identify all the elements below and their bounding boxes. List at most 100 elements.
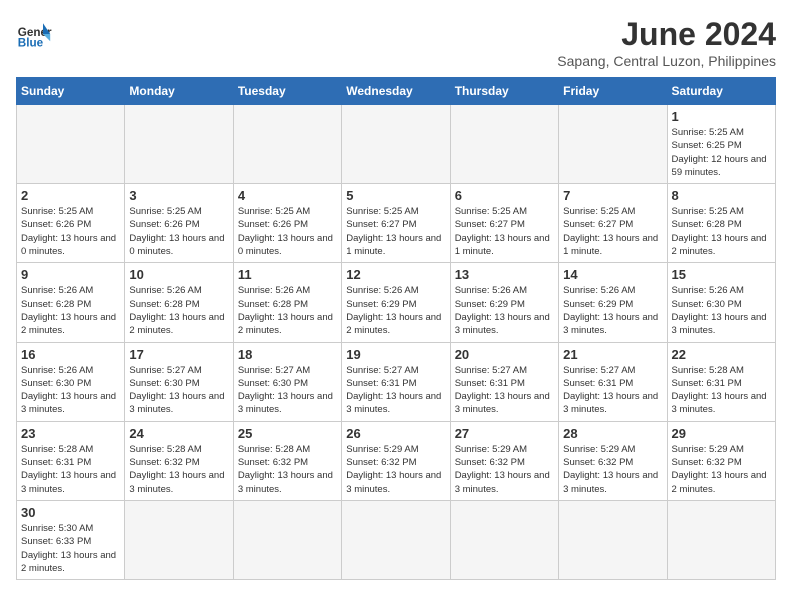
day-number: 18 [238,347,337,362]
calendar-week-row: 30 Sunrise: 5:30 AM Sunset: 6:33 PM Dayli… [17,500,776,579]
day-info: Sunrise: 5:25 AM Sunset: 6:27 PM Dayligh… [455,205,554,258]
day-info: Sunrise: 5:28 AM Sunset: 6:32 PM Dayligh… [238,443,337,496]
day-number: 4 [238,188,337,203]
day-info: Sunrise: 5:27 AM Sunset: 6:31 PM Dayligh… [563,364,662,417]
day-number: 28 [563,426,662,441]
logo-icon: General Blue [16,16,52,52]
day-number: 2 [21,188,120,203]
day-info: Sunrise: 5:25 AM Sunset: 6:27 PM Dayligh… [563,205,662,258]
day-number: 14 [563,267,662,282]
calendar-day-cell: 24Sunrise: 5:28 AM Sunset: 6:32 PM Dayli… [125,421,233,500]
calendar-day-cell: 13 Sunrise: 5:26 AM Sunset: 6:29 PM Dayli… [450,263,558,342]
calendar-day-cell: 10Sunrise: 5:26 AM Sunset: 6:28 PM Dayli… [125,263,233,342]
weekday-header-cell: Saturday [667,78,775,105]
calendar-day-cell [559,500,667,579]
weekday-header-cell: Tuesday [233,78,341,105]
day-number: 9 [21,267,120,282]
day-info: Sunrise: 5:26 AM Sunset: 6:29 PM Dayligh… [455,284,554,337]
day-number: 5 [346,188,445,203]
calendar-day-cell: 8Sunrise: 5:25 AM Sunset: 6:28 PM Daylig… [667,184,775,263]
calendar-day-cell: 7 Sunrise: 5:25 AM Sunset: 6:27 PM Daylig… [559,184,667,263]
day-number: 20 [455,347,554,362]
calendar-day-cell: 19 Sunrise: 5:27 AM Sunset: 6:31 PM Dayli… [342,342,450,421]
day-number: 6 [455,188,554,203]
day-info: Sunrise: 5:29 AM Sunset: 6:32 PM Dayligh… [455,443,554,496]
day-info: Sunrise: 5:25 AM Sunset: 6:27 PM Dayligh… [346,205,445,258]
calendar-day-cell [450,500,558,579]
calendar-day-cell: 1 Sunrise: 5:25 AM Sunset: 6:25 PM Daylig… [667,105,775,184]
calendar-week-row: 9 Sunrise: 5:26 AM Sunset: 6:28 PM Daylig… [17,263,776,342]
day-number: 15 [672,267,771,282]
day-info: Sunrise: 5:25 AM Sunset: 6:25 PM Dayligh… [672,126,771,179]
weekday-header-cell: Friday [559,78,667,105]
day-info: Sunrise: 5:26 AM Sunset: 6:29 PM Dayligh… [346,284,445,337]
calendar-day-cell: 21 Sunrise: 5:27 AM Sunset: 6:31 PM Dayli… [559,342,667,421]
calendar-week-row: 23 Sunrise: 5:28 AM Sunset: 6:31 PM Dayli… [17,421,776,500]
calendar-day-cell [125,105,233,184]
day-info: Sunrise: 5:30 AM Sunset: 6:33 PM Dayligh… [21,522,120,575]
day-number: 27 [455,426,554,441]
calendar-day-cell [559,105,667,184]
calendar-day-cell: 3Sunrise: 5:25 AM Sunset: 6:26 PM Daylig… [125,184,233,263]
day-info: Sunrise: 5:26 AM Sunset: 6:30 PM Dayligh… [21,364,120,417]
calendar-day-cell [342,105,450,184]
day-info: Sunrise: 5:27 AM Sunset: 6:31 PM Dayligh… [455,364,554,417]
calendar-day-cell [125,500,233,579]
calendar-day-cell: 27 Sunrise: 5:29 AM Sunset: 6:32 PM Dayli… [450,421,558,500]
day-number: 30 [21,505,120,520]
calendar-week-row: 2 Sunrise: 5:25 AM Sunset: 6:26 PM Daylig… [17,184,776,263]
weekday-header-cell: Sunday [17,78,125,105]
month-year-title: June 2024 [557,16,776,53]
day-info: Sunrise: 5:28 AM Sunset: 6:31 PM Dayligh… [21,443,120,496]
day-info: Sunrise: 5:26 AM Sunset: 6:28 PM Dayligh… [238,284,337,337]
calendar-week-row: 16 Sunrise: 5:26 AM Sunset: 6:30 PM Dayli… [17,342,776,421]
day-number: 19 [346,347,445,362]
calendar-day-cell: 15 Sunrise: 5:26 AM Sunset: 6:30 PM Dayli… [667,263,775,342]
day-number: 7 [563,188,662,203]
day-info: Sunrise: 5:29 AM Sunset: 6:32 PM Dayligh… [563,443,662,496]
weekday-header-cell: Thursday [450,78,558,105]
svg-text:Blue: Blue [18,37,44,50]
calendar-day-cell: 28 Sunrise: 5:29 AM Sunset: 6:32 PM Dayli… [559,421,667,500]
calendar-day-cell: 2 Sunrise: 5:25 AM Sunset: 6:26 PM Daylig… [17,184,125,263]
calendar-day-cell [233,105,341,184]
calendar-day-cell: 11Sunrise: 5:26 AM Sunset: 6:28 PM Dayli… [233,263,341,342]
day-number: 16 [21,347,120,362]
calendar-week-row: 1 Sunrise: 5:25 AM Sunset: 6:25 PM Daylig… [17,105,776,184]
calendar-day-cell: 16 Sunrise: 5:26 AM Sunset: 6:30 PM Dayli… [17,342,125,421]
day-info: Sunrise: 5:27 AM Sunset: 6:31 PM Dayligh… [346,364,445,417]
day-info: Sunrise: 5:26 AM Sunset: 6:28 PM Dayligh… [129,284,228,337]
day-info: Sunrise: 5:26 AM Sunset: 6:29 PM Dayligh… [563,284,662,337]
day-number: 22 [672,347,771,362]
calendar-day-cell: 9Sunrise: 5:26 AM Sunset: 6:28 PM Daylig… [17,263,125,342]
day-info: Sunrise: 5:26 AM Sunset: 6:30 PM Dayligh… [672,284,771,337]
calendar-day-cell: 17Sunrise: 5:27 AM Sunset: 6:30 PM Dayli… [125,342,233,421]
day-info: Sunrise: 5:29 AM Sunset: 6:32 PM Dayligh… [672,443,771,496]
title-area: June 2024 Sapang, Central Luzon, Philipp… [557,16,776,69]
logo: General Blue [16,16,52,52]
day-number: 13 [455,267,554,282]
day-number: 21 [563,347,662,362]
calendar-day-cell [450,105,558,184]
calendar-day-cell [342,500,450,579]
calendar-day-cell: 29 Sunrise: 5:29 AM Sunset: 6:32 PM Dayli… [667,421,775,500]
calendar-day-cell: 14 Sunrise: 5:26 AM Sunset: 6:29 PM Dayli… [559,263,667,342]
day-number: 29 [672,426,771,441]
day-info: Sunrise: 5:25 AM Sunset: 6:28 PM Dayligh… [672,205,771,258]
day-number: 23 [21,426,120,441]
day-number: 3 [129,188,228,203]
day-number: 25 [238,426,337,441]
day-info: Sunrise: 5:25 AM Sunset: 6:26 PM Dayligh… [21,205,120,258]
calendar-day-cell: 23 Sunrise: 5:28 AM Sunset: 6:31 PM Dayli… [17,421,125,500]
day-info: Sunrise: 5:27 AM Sunset: 6:30 PM Dayligh… [129,364,228,417]
weekday-header-row: SundayMondayTuesdayWednesdayThursdayFrid… [17,78,776,105]
calendar-day-cell: 30 Sunrise: 5:30 AM Sunset: 6:33 PM Dayli… [17,500,125,579]
day-number: 24 [129,426,228,441]
location-title: Sapang, Central Luzon, Philippines [557,53,776,69]
calendar-day-cell: 20 Sunrise: 5:27 AM Sunset: 6:31 PM Dayli… [450,342,558,421]
calendar-body: 1 Sunrise: 5:25 AM Sunset: 6:25 PM Daylig… [17,105,776,580]
day-number: 1 [672,109,771,124]
day-info: Sunrise: 5:27 AM Sunset: 6:30 PM Dayligh… [238,364,337,417]
weekday-header-cell: Wednesday [342,78,450,105]
calendar-day-cell: 22Sunrise: 5:28 AM Sunset: 6:31 PM Dayli… [667,342,775,421]
